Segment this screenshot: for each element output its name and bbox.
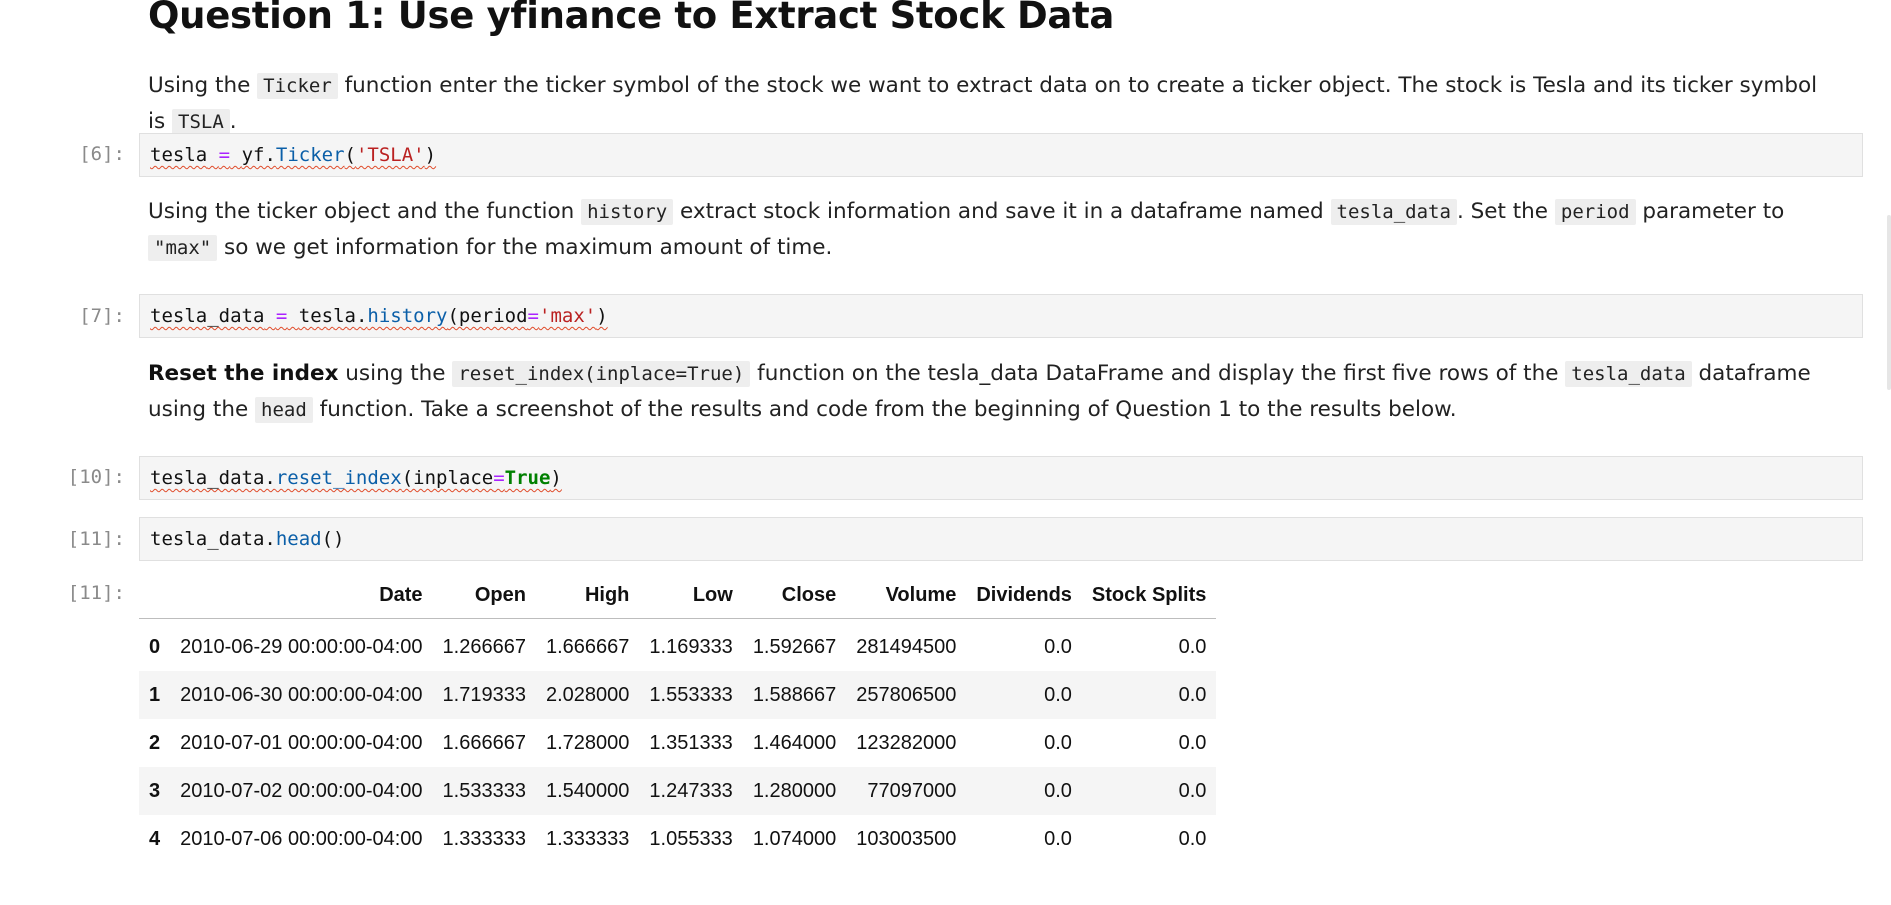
table-cell: 1.666667 [545, 635, 630, 658]
column-header: Stock Splits [1081, 572, 1217, 619]
inline-code: period [1554, 199, 1636, 225]
table-cell: 2010-06-29 00:00:00-04:00 [180, 635, 423, 658]
row-index: 1 [149, 683, 161, 706]
row-index: 2 [149, 731, 161, 754]
column-header: Close [742, 572, 847, 619]
table-cell: 1.533333 [442, 779, 526, 802]
table-cell: 1.553333 [649, 683, 733, 706]
inline-code: Ticker [257, 73, 338, 99]
table-cell: 1.719333 [442, 683, 526, 706]
inline-code: TSLA [172, 109, 230, 135]
table-cell: 1.592667 [752, 635, 837, 658]
table-cell: 1.266667 [442, 635, 526, 658]
table-cell: 257806500 [856, 683, 957, 706]
table-cell: 1.169333 [649, 635, 733, 658]
table-row: 0 2010-06-29 00:00:00-04:00 1.266667 1.6… [139, 619, 1216, 672]
table-cell: 2010-06-30 00:00:00-04:00 [180, 683, 423, 706]
code-cell-6[interactable]: tesla = yf.Ticker('TSLA') [139, 133, 1863, 177]
column-header: Date [170, 572, 433, 619]
inline-code: "max" [148, 235, 218, 261]
column-header: Low [639, 572, 743, 619]
table-cell: 2010-07-06 00:00:00-04:00 [180, 827, 423, 850]
table-cell: 1.728000 [545, 731, 630, 754]
inline-code: history [581, 199, 674, 225]
inline-code: head [255, 397, 313, 423]
table-cell: 0.0 [1178, 635, 1207, 658]
column-header: Dividends [966, 572, 1082, 619]
table-cell: 1.333333 [545, 827, 630, 850]
markdown-ticker-instructions: Using the Ticker function enter the tick… [148, 73, 1818, 135]
table-cell: 123282000 [856, 731, 957, 754]
question-heading: Question 1: Use yfinance to Extract Stoc… [148, 0, 1115, 37]
markdown-reset-index-instructions: Reset the index using the reset_index(in… [148, 361, 1811, 423]
dataframe-output-table: Date Open High Low Close Volume Dividend… [139, 572, 1217, 863]
table-cell: 1.280000 [752, 779, 837, 802]
cell-prompt: [11]: [67, 528, 125, 550]
table-cell: 103003500 [856, 827, 957, 850]
table-cell: 0.0 [1044, 683, 1072, 706]
table-row: 3 2010-07-02 00:00:00-04:00 1.533333 1.5… [139, 767, 1217, 815]
table-row: 4 2010-07-06 00:00:00-04:00 1.333333 1.3… [139, 815, 1216, 863]
table-cell: 0.0 [1044, 827, 1072, 850]
scrollbar[interactable] [1887, 215, 1891, 390]
table-cell: 1.464000 [752, 731, 837, 754]
table-cell: 1.074000 [752, 827, 837, 850]
table-cell: 2010-07-01 00:00:00-04:00 [180, 731, 423, 754]
table-cell: 0.0 [1044, 731, 1072, 754]
code-cell-11[interactable]: tesla_data.head() [139, 517, 1863, 561]
table-cell: 0.0 [1044, 635, 1072, 658]
column-header: Open [432, 572, 536, 619]
table-cell: 0.0 [1044, 779, 1072, 802]
inline-code: tesla_data [1330, 199, 1457, 225]
row-index: 3 [149, 779, 161, 802]
table-cell: 77097000 [867, 779, 957, 802]
row-index: 4 [149, 827, 161, 850]
inline-code: reset_index(inplace=True) [452, 361, 751, 387]
table-cell: 1.333333 [442, 827, 526, 850]
table-row: 2 2010-07-01 00:00:00-04:00 1.666667 1.7… [139, 719, 1216, 767]
table-row: 1 2010-06-30 00:00:00-04:00 1.719333 2.0… [139, 671, 1217, 719]
table-cell: 1.055333 [649, 827, 733, 850]
table-cell: 0.0 [1178, 779, 1207, 802]
table-cell: 1.247333 [649, 779, 733, 802]
table-header-row: Date Open High Low Close Volume Dividend… [139, 572, 1217, 619]
code-cell-7[interactable]: tesla_data = tesla.history(period='max') [139, 294, 1863, 338]
table-cell: 2.028000 [545, 683, 630, 706]
output-prompt: [11]: [67, 582, 125, 604]
table-cell: 1.666667 [442, 731, 526, 754]
table-cell: 0.0 [1178, 731, 1207, 754]
cell-prompt: [6]: [79, 143, 125, 165]
table-cell: 2010-07-02 00:00:00-04:00 [180, 779, 423, 802]
table-cell: 0.0 [1178, 683, 1207, 706]
code-cell-10[interactable]: tesla_data.reset_index(inplace=True) [139, 456, 1863, 500]
table-cell: 1.588667 [752, 683, 837, 706]
cell-prompt: [7]: [79, 305, 125, 327]
table-cell: 0.0 [1178, 827, 1207, 850]
column-header: High [535, 572, 640, 619]
table-cell: 281494500 [856, 635, 957, 658]
cell-prompt: [10]: [67, 466, 125, 488]
table-cell: 1.351333 [649, 731, 733, 754]
row-index: 0 [149, 635, 161, 658]
table-cell: 1.540000 [545, 779, 630, 802]
column-header: Volume [846, 572, 967, 619]
column-header [139, 572, 171, 619]
inline-code: tesla_data [1565, 361, 1692, 387]
markdown-history-instructions: Using the ticker object and the function… [148, 199, 1785, 261]
